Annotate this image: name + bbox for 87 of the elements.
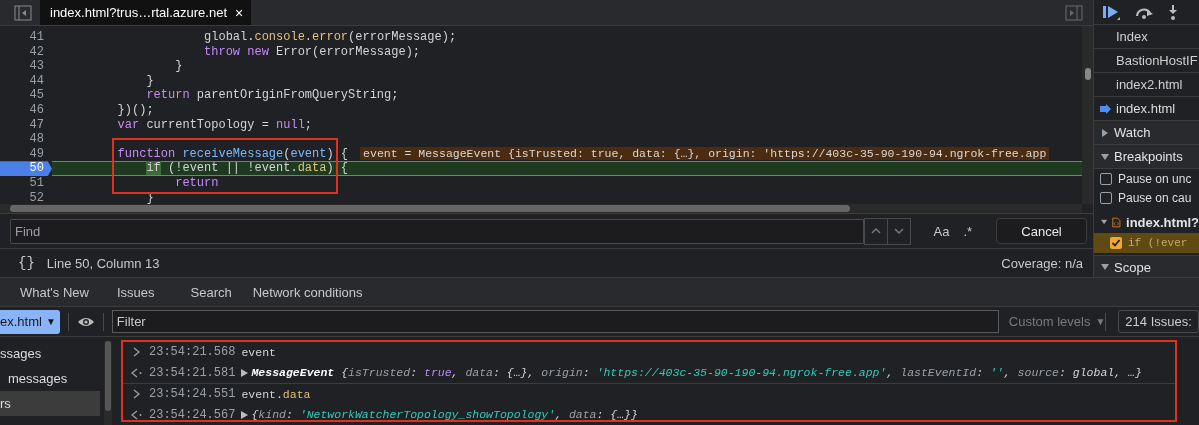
- expand-arrow-icon[interactable]: [241, 368, 249, 377]
- code-line-text: function receiveMessage(event) { event = MessageEvent {isTrusted: true, data: {…}, origin: 'https://403c-35-90-190-94.ngrok-free.app: [52, 146, 1082, 162]
- section-header[interactable]: Scope: [1094, 255, 1199, 277]
- pretty-print-button[interactable]: {}: [18, 255, 35, 271]
- regex-button[interactable]: .*: [963, 223, 973, 239]
- scrollbar-thumb[interactable]: [105, 341, 111, 411]
- call-frame-item[interactable]: BastionHostIF: [1094, 49, 1199, 73]
- match-case-button[interactable]: Aa: [933, 223, 950, 239]
- file-icon: [1112, 215, 1122, 229]
- drawer-tab[interactable]: What's New: [0, 278, 101, 306]
- call-frame-item[interactable]: index2.html: [1094, 73, 1199, 97]
- line-number[interactable]: 51: [0, 175, 52, 191]
- line-number[interactable]: 43: [0, 59, 52, 74]
- line-number[interactable]: 48: [0, 132, 52, 147]
- context-dropdown[interactable]: ex.html ▼: [0, 309, 60, 334]
- code-line-text: throw new Error(errorMessage);: [203, 44, 422, 60]
- collapsed-arrow-icon: [1101, 128, 1109, 137]
- resume-icon[interactable]: [1102, 4, 1120, 20]
- chevron-icon: [132, 389, 140, 400]
- breakpoint-item[interactable]: if (!ever: [1094, 233, 1199, 253]
- expanded-arrow-icon: [1101, 218, 1108, 226]
- code-line-text: })();: [116, 102, 155, 118]
- close-button[interactable]: ×: [235, 4, 244, 21]
- line-number[interactable]: 45: [0, 88, 52, 103]
- chevron-icon: [132, 347, 140, 358]
- code-line-text: if (!event || !event.data) {: [52, 161, 1082, 176]
- eye-icon[interactable]: [76, 315, 95, 328]
- expand-arrow-icon[interactable]: [241, 410, 249, 419]
- console-sidebar-item[interactable]: rs: [0, 391, 100, 416]
- console-sidebar-item[interactable]: ssages: [0, 341, 100, 366]
- timestamp: 23:54:24.567: [149, 407, 236, 422]
- code-line-text: return: [174, 175, 220, 191]
- checkbox-label: Pause on unc: [1118, 171, 1192, 186]
- console-output-text: MessageEvent {isTrusted: true, data: {…}, origin: 'https://403c-35-90-190-94.ngrok-free.app', lastEventId: '', source: global, …}: [251, 366, 1142, 380]
- breakpoint-file[interactable]: index.html?: [1094, 211, 1199, 233]
- arrow-icon: [1100, 104, 1111, 114]
- timestamp: 23:54:24.551: [149, 387, 236, 402]
- line-number[interactable]: 52: [0, 190, 52, 206]
- console-sidebar-item[interactable]: messages: [0, 366, 100, 391]
- checkbox[interactable]: [1100, 191, 1112, 204]
- code-line-text: }: [174, 59, 184, 74]
- cursor-position: Line 50, Column 13: [46, 255, 160, 271]
- console-output-text: {kind: 'NetworkWatcherTopology_showTopology', data: {…}}: [251, 408, 638, 422]
- find-field[interactable]: Find: [10, 218, 865, 244]
- cancel-button[interactable]: Cancel: [996, 218, 1087, 244]
- editor-tab[interactable]: index.html?trus…rtal.azure.net ×: [40, 0, 252, 25]
- line-number[interactable]: 50: [0, 161, 52, 176]
- drawer-tab[interactable]: Network conditions: [243, 278, 375, 306]
- call-frame-item[interactable]: Index: [1094, 25, 1199, 49]
- drawer-tab[interactable]: Issues: [100, 278, 167, 306]
- checkbox-label: Pause on cau: [1118, 190, 1192, 205]
- expanded-arrow-icon: [1101, 152, 1109, 161]
- coverage-status: Coverage: n/a: [1001, 255, 1083, 271]
- timestamp: 23:54:21.581: [149, 365, 236, 380]
- timestamp: 23:54:21.568: [149, 345, 236, 360]
- line-number[interactable]: 42: [0, 44, 52, 60]
- return-arrow-icon: [130, 409, 142, 420]
- scrollbar-thumb[interactable]: [10, 205, 850, 212]
- console-input-text: event: [241, 345, 276, 359]
- drawer-tab[interactable]: Search: [166, 278, 244, 306]
- code-line-text: }: [145, 73, 155, 89]
- chevron-down-icon[interactable]: [894, 228, 905, 234]
- section-header[interactable]: Watch: [1094, 121, 1199, 145]
- sidebar-toggle-icon[interactable]: [14, 4, 32, 21]
- code-line-text: global.console.error(errorMessage);: [203, 30, 458, 45]
- code-line-text: return parentOriginFromQueryString;: [145, 88, 400, 103]
- chevron-up-icon[interactable]: [871, 228, 882, 234]
- expanded-arrow-icon: [1101, 263, 1109, 271]
- checkbox[interactable]: [1110, 237, 1122, 249]
- filter-field[interactable]: Filter: [111, 310, 999, 333]
- return-arrow-icon: [130, 367, 142, 378]
- inline-value: event = MessageEvent {isTrusted: true, data: {…}, origin: 'https://403c-35-90-190-94.ngrok-free.app: [360, 146, 1050, 160]
- issues-button[interactable]: 214 Issues:: [1118, 310, 1199, 333]
- step-into-icon[interactable]: [1168, 4, 1178, 20]
- step-over-icon[interactable]: [1134, 5, 1154, 19]
- line-number[interactable]: 46: [0, 102, 52, 118]
- sidebar-toggle-icon[interactable]: [1065, 4, 1083, 21]
- checkbox[interactable]: [1100, 172, 1112, 185]
- console-input-text: event.data: [241, 387, 311, 401]
- line-number[interactable]: 41: [0, 30, 52, 45]
- section-header[interactable]: Breakpoints: [1094, 145, 1199, 169]
- scrollbar-thumb[interactable]: [1085, 68, 1091, 80]
- line-number[interactable]: 44: [0, 73, 52, 89]
- line-number[interactable]: 49: [0, 146, 52, 162]
- code-line-text: var currentTopology = null;: [116, 117, 314, 133]
- line-number[interactable]: 47: [0, 117, 52, 133]
- log-levels-dropdown[interactable]: Custom levels ▼: [1008, 314, 1106, 329]
